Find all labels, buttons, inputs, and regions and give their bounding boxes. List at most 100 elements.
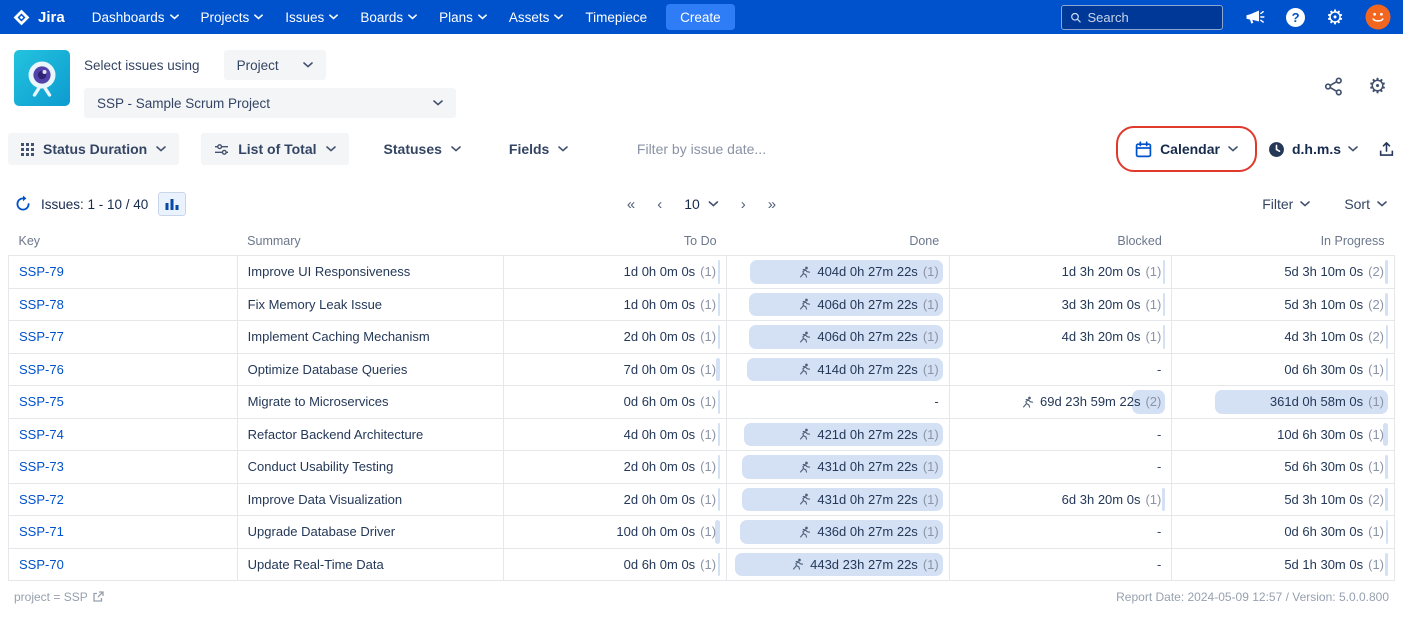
fields-button[interactable]: Fields [496, 133, 581, 165]
table-row: SSP-75 Migrate to Microservices 0d 6h 0m 0… [8, 385, 1395, 419]
duration-cell: 5d 6h 30m 0s (1) [1171, 450, 1395, 484]
duration-value: 3d 3h 20m 0s [1061, 296, 1141, 312]
column-header-done[interactable]: Done [727, 226, 950, 256]
duration-cell: 0d 6h 30m 0s (1) [1171, 352, 1395, 386]
report-type-button[interactable]: Status Duration [8, 133, 180, 165]
user-avatar[interactable] [1365, 4, 1391, 30]
table-row: SSP-72 Improve Data Visualization 2d 0h 0m… [8, 482, 1395, 516]
status-count: (1) [1368, 556, 1384, 572]
sort-label: Sort [1344, 196, 1370, 212]
duration-cell: 436d 0h 27m 22s (1) [726, 515, 950, 549]
search-input[interactable] [1087, 9, 1215, 25]
prev-page-button[interactable]: ‹ [657, 196, 662, 213]
brand-label: Jira [38, 8, 65, 26]
announcements-icon[interactable] [1244, 8, 1265, 26]
duration-cell: 1d 0h 0m 0s (1) [503, 287, 728, 321]
duration-value: 431d 0h 27m 22s [817, 459, 918, 475]
time-format-button[interactable]: d.h.m.s [1268, 141, 1358, 158]
project-select[interactable]: SSP - Sample Scrum Project [84, 88, 456, 118]
nav-item-projects[interactable]: Projects [190, 0, 275, 34]
duration-value: 5d 3h 10m 0s [1284, 264, 1364, 280]
duration-cell: 431d 0h 27m 22s (1) [726, 482, 950, 516]
nav-item-label: Projects [200, 9, 250, 25]
issue-key-link[interactable]: SSP-76 [19, 362, 64, 377]
chevron-down-icon [433, 100, 443, 106]
duration-bar [1385, 455, 1388, 479]
sort-dropdown[interactable]: Sort [1344, 196, 1387, 212]
next-page-button[interactable]: › [741, 196, 746, 213]
statuses-button[interactable]: Statuses [371, 133, 474, 165]
status-count: (1) [922, 296, 939, 312]
column-header-summary[interactable]: Summary [237, 226, 504, 256]
duration-value: 69d 23h 59m 22s [1039, 394, 1141, 410]
help-icon[interactable]: ? [1286, 7, 1306, 27]
nav-item-timepiece[interactable]: Timepiece [574, 0, 658, 34]
status-count: (1) [922, 361, 939, 377]
duration-cell: 4d 0h 0m 0s (1) [503, 417, 728, 451]
share-icon[interactable] [1323, 76, 1344, 97]
nav-item-assets[interactable]: Assets [498, 0, 575, 34]
page-size-select[interactable]: 10 [684, 196, 719, 212]
issue-summary: Implement Caching Mechanism [236, 320, 505, 354]
issue-key-link[interactable]: SSP-74 [19, 427, 64, 442]
nav-search[interactable] [1061, 4, 1224, 30]
settings-gear-icon[interactable]: ⚙ [1326, 7, 1344, 27]
table-row: SSP-71 Upgrade Database Driver 10d 0h 0m 0… [8, 515, 1395, 549]
issue-key-link[interactable]: SSP-71 [19, 524, 64, 539]
nav-item-dashboards[interactable]: Dashboards [81, 0, 190, 34]
sliders-icon [215, 143, 229, 155]
issue-key-link[interactable]: SSP-77 [19, 329, 64, 344]
list-mode-button[interactable]: List of Total [201, 133, 349, 165]
chevron-down-icon [558, 146, 569, 152]
status-count: (1) [922, 524, 939, 540]
duration-value: 406d 0h 27m 22s [817, 329, 918, 345]
nav-item-boards[interactable]: Boards [349, 0, 428, 34]
duration-cell: - [948, 547, 1173, 581]
column-header-key[interactable]: Key [9, 226, 238, 256]
status-count: (1) [922, 459, 939, 475]
column-header-blocked[interactable]: Blocked [949, 226, 1172, 256]
duration-cell: 5d 3h 10m 0s (2) [1171, 482, 1395, 516]
duration-cell: 2d 0h 0m 0s (1) [503, 482, 728, 516]
issue-key-link[interactable]: SSP-78 [19, 297, 64, 312]
column-header-to-do[interactable]: To Do [504, 226, 727, 256]
duration-value: 1d 0h 0m 0s [623, 296, 696, 312]
create-button[interactable]: Create [666, 4, 735, 30]
status-count: (1) [700, 394, 717, 410]
report-footer: project = SSP Report Date: 2024-05-09 12… [0, 581, 1403, 604]
issue-key-link[interactable]: SSP-75 [19, 394, 64, 409]
issue-date-filter[interactable]: Filter by issue date... [637, 141, 766, 157]
calendar-button[interactable]: Calendar [1125, 132, 1248, 166]
status-count: (1) [700, 491, 717, 507]
refresh-button[interactable] [14, 195, 32, 213]
issue-key-link[interactable]: SSP-72 [19, 492, 64, 507]
nav-item-plans[interactable]: Plans [428, 0, 498, 34]
scope-select[interactable]: Project [223, 50, 326, 80]
column-header-in-progress[interactable]: In Progress [1172, 226, 1395, 256]
chevron-down-icon [408, 14, 418, 20]
chevron-down-icon [325, 146, 336, 152]
issue-key-link[interactable]: SSP-79 [19, 264, 64, 279]
duration-bar [718, 390, 721, 414]
duration-cell: 406d 0h 27m 22s (1) [726, 320, 950, 354]
issue-key-link[interactable]: SSP-70 [19, 557, 64, 572]
chevron-down-icon [477, 14, 487, 20]
filter-dropdown[interactable]: Filter [1262, 196, 1311, 212]
status-count: (1) [1368, 394, 1384, 410]
export-button[interactable] [1378, 140, 1395, 158]
runner-icon [800, 461, 811, 473]
nav-item-issues[interactable]: Issues [274, 0, 349, 34]
last-page-button[interactable]: » [768, 196, 776, 213]
duration-bar [718, 487, 721, 511]
export-icon [1379, 142, 1394, 156]
report-settings-gear-icon[interactable]: ⚙ [1368, 76, 1387, 97]
nav-item-label: Dashboards [91, 9, 165, 25]
status-duration-table: Key Summary To Do Done Blocked In Progress SS… [8, 226, 1395, 581]
external-link-icon[interactable] [92, 591, 104, 603]
first-page-button[interactable]: « [627, 196, 635, 213]
chart-view-button[interactable] [158, 192, 187, 216]
jira-home-link[interactable]: Jira [12, 8, 65, 27]
duration-value: 421d 0h 27m 22s [817, 426, 918, 442]
issue-key-link[interactable]: SSP-73 [19, 459, 64, 474]
status-count: (1) [700, 556, 717, 572]
